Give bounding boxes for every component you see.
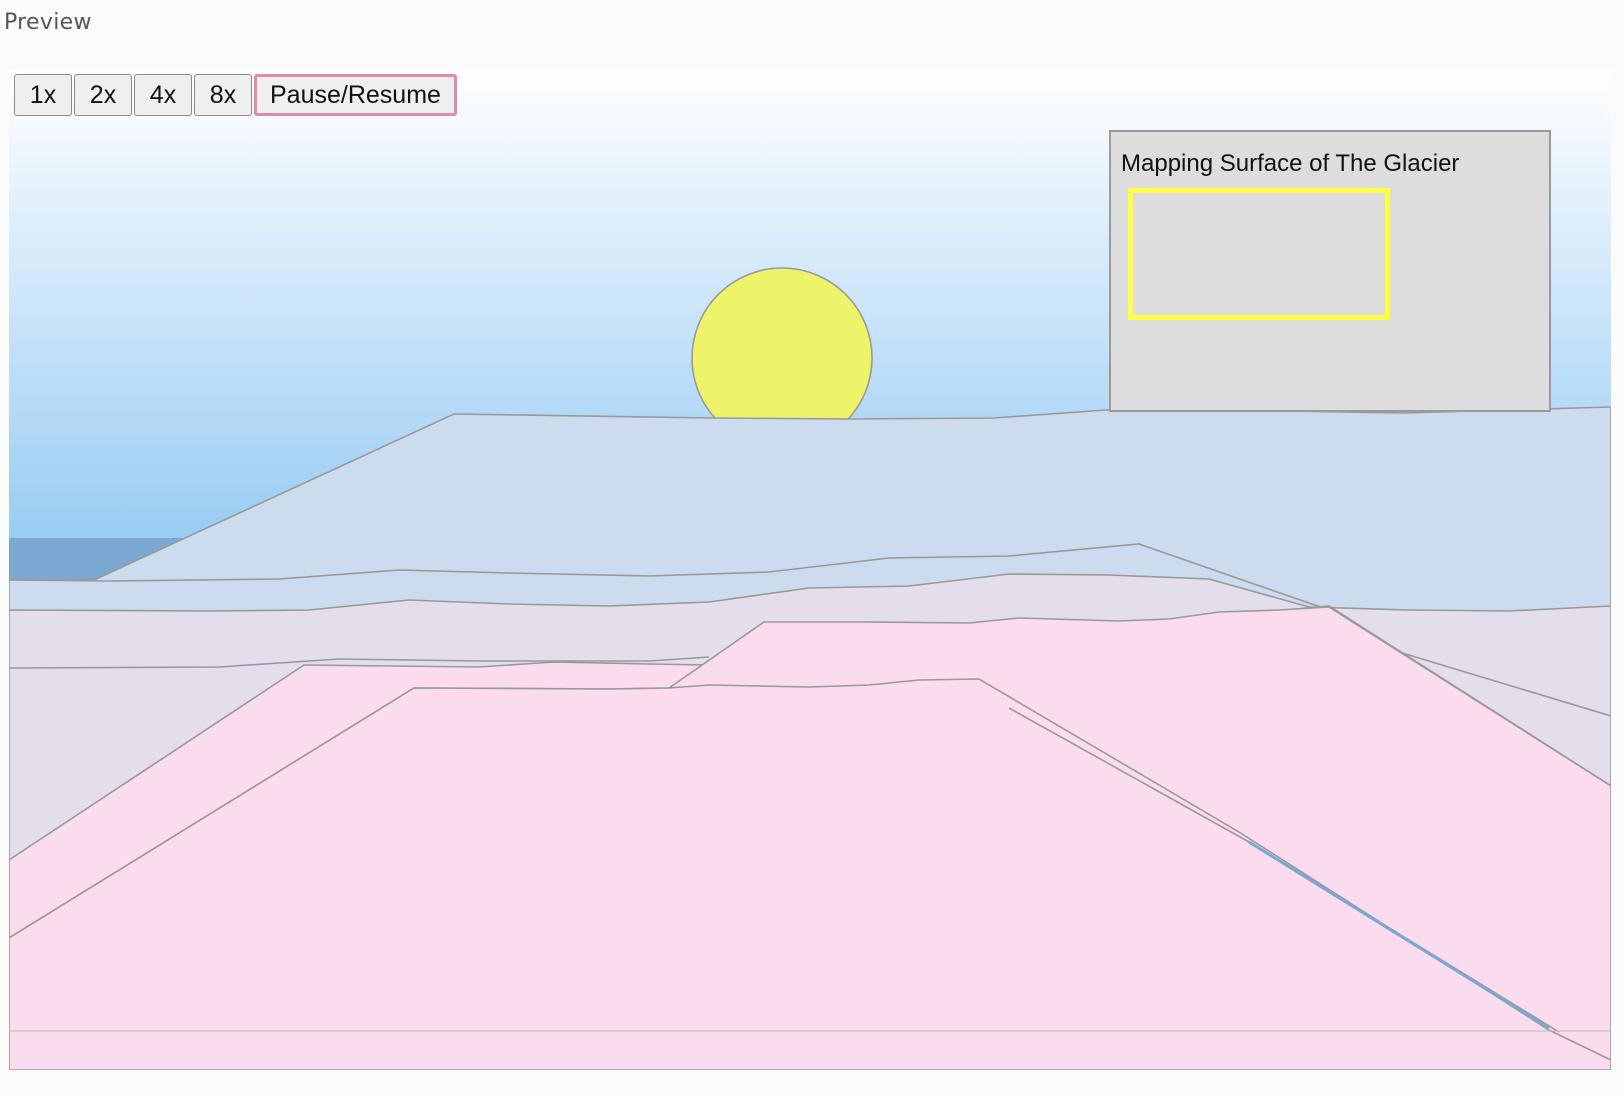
map-viewport-rect[interactable] [1128,188,1390,320]
speed-4x-button[interactable]: 4x [134,74,192,116]
preview-label: Preview [4,10,92,35]
speed-2x-button[interactable]: 2x [74,74,132,116]
speed-1x-button[interactable]: 1x [14,74,72,116]
mapping-panel-title: Mapping Surface of The Glacier [1121,150,1460,177]
mapping-panel: Mapping Surface of The Glacier [1109,130,1551,412]
pause-resume-button[interactable]: Pause/Resume [254,74,457,116]
speed-8x-button[interactable]: 8x [194,74,252,116]
speed-controls: 1x 2x 4x 8x Pause/Resume [14,74,457,116]
glacier-scene[interactable]: 1x 2x 4x 8x Pause/Resume Mapping Surface… [9,70,1611,1070]
